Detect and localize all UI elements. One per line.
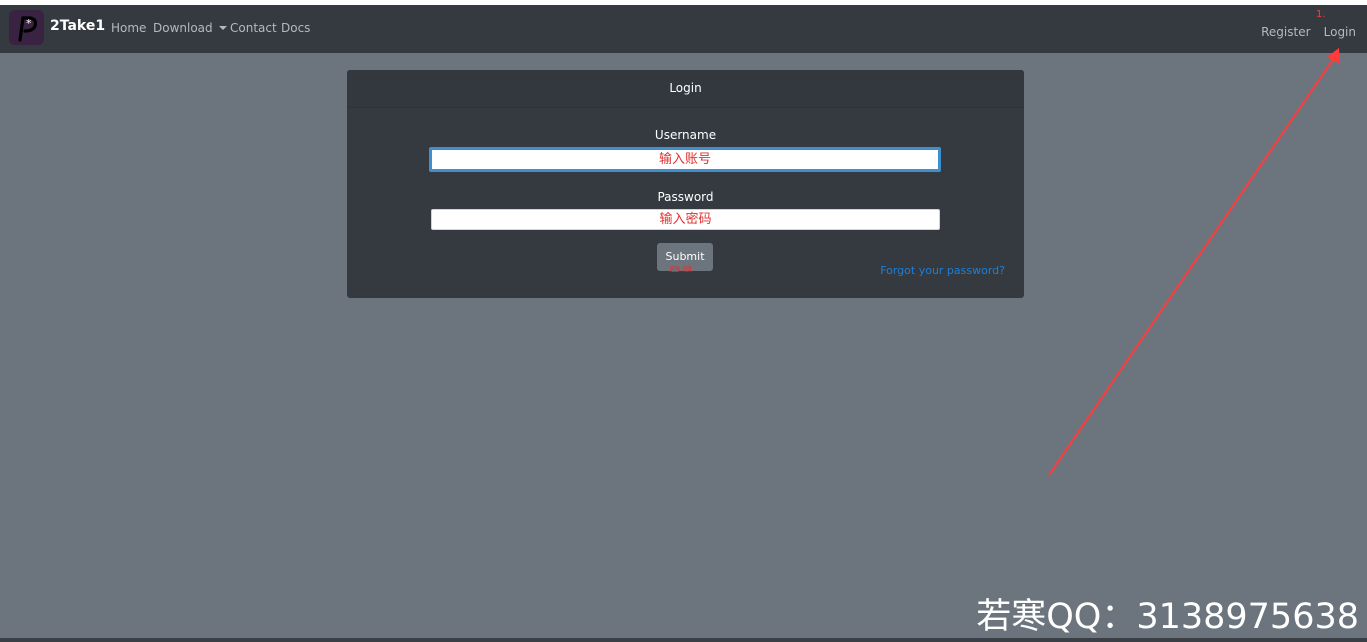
bottom-edge bbox=[0, 638, 1367, 642]
watermark: 若寒QQ：3138975638 bbox=[976, 597, 1359, 637]
annotation-arrow bbox=[1048, 48, 1340, 476]
